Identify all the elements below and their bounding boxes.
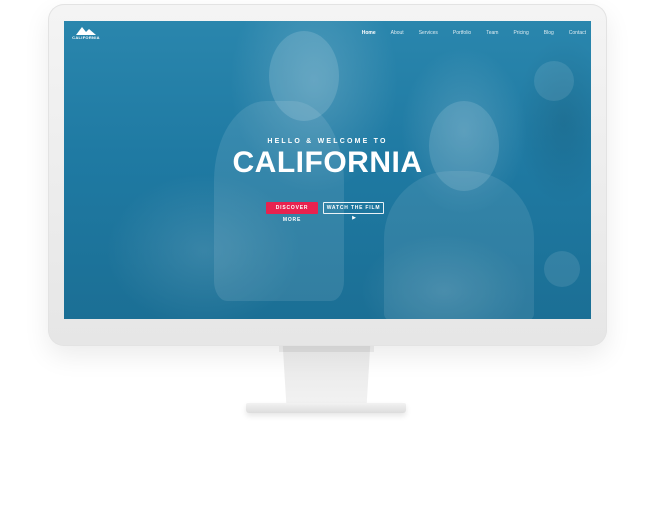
hero-subtitle: HELLO & WELCOME TO [267, 138, 388, 145]
logo-text: CALIFORNIA [72, 35, 100, 40]
brand-logo[interactable]: CALIFORNIA [70, 26, 102, 43]
monitor-stand-base [246, 403, 406, 413]
photo-flower [544, 251, 580, 287]
mountain-icon [76, 27, 96, 35]
nav-item-services[interactable]: Services [419, 30, 438, 36]
nav-item-home[interactable]: Home [362, 30, 376, 36]
nav-item-portfolio[interactable]: Portfolio [453, 30, 471, 36]
stand-shadow [279, 346, 374, 352]
photo-figure [384, 171, 534, 319]
hero-title: CALIFORNIA [232, 146, 423, 179]
play-icon: ▶ [352, 215, 357, 221]
top-navigation: CALIFORNIA Home About Services Portfolio… [64, 21, 591, 47]
nav-item-contact[interactable]: Contact [569, 30, 586, 36]
photo-flower [534, 61, 574, 101]
monitor-frame: CALIFORNIA Home About Services Portfolio… [48, 4, 607, 346]
discover-more-button[interactable]: DISCOVER MORE [266, 202, 318, 223]
photo-figure [214, 101, 344, 301]
nav-menu: Home About Services Portfolio Team Prici… [347, 30, 586, 36]
watch-film-label: WATCH THE FILM [326, 205, 381, 211]
watch-film-button[interactable]: WATCH THE FILM ▶ [323, 202, 384, 221]
nav-item-blog[interactable]: Blog [544, 30, 554, 36]
nav-item-pricing[interactable]: Pricing [513, 30, 528, 36]
monitor-stand-neck [282, 346, 371, 409]
nav-item-about[interactable]: About [391, 30, 404, 36]
nav-item-team[interactable]: Team [486, 30, 498, 36]
website-screen: CALIFORNIA Home About Services Portfolio… [64, 21, 591, 319]
